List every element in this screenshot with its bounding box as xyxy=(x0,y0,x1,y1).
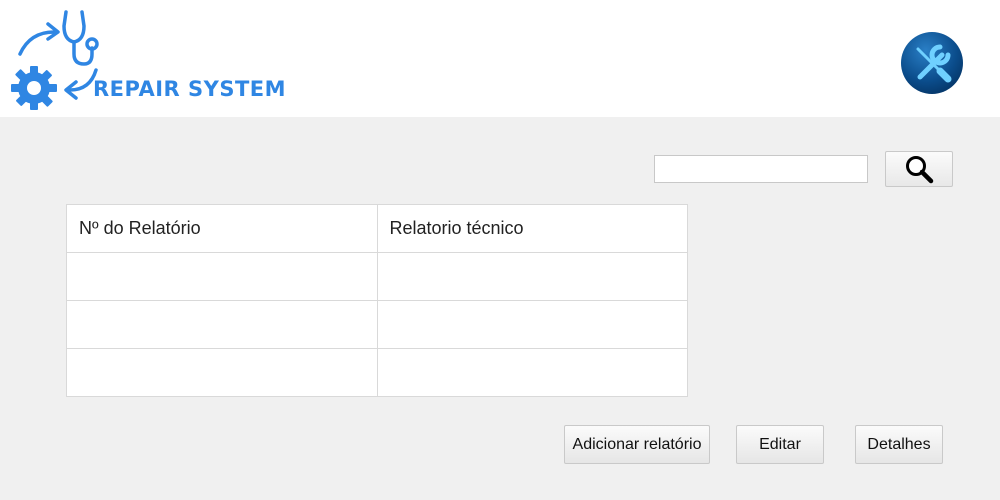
search-button[interactable] xyxy=(885,151,953,187)
magnifier-icon xyxy=(906,156,934,184)
reports-table: Nº do Relatório Relatorio técnico xyxy=(66,204,688,397)
table-row[interactable] xyxy=(66,300,688,349)
logo-text: REPAIR SYSTEM xyxy=(93,77,287,101)
app-header: REPAIR SYSTEM xyxy=(0,0,1000,117)
table-cell[interactable] xyxy=(376,252,688,301)
table-cell[interactable] xyxy=(66,252,378,301)
table-cell[interactable] xyxy=(376,348,688,397)
column-header-technical-report[interactable]: Relatorio técnico xyxy=(376,204,688,253)
table-row[interactable] xyxy=(66,348,688,397)
table-row[interactable] xyxy=(66,252,688,301)
table-cell[interactable] xyxy=(376,300,688,349)
wrench-screwdriver-icon[interactable] xyxy=(900,31,964,95)
column-header-report-number[interactable]: Nº do Relatório xyxy=(66,204,378,253)
details-button[interactable]: Detalhes xyxy=(855,425,943,464)
table-cell[interactable] xyxy=(66,300,378,349)
edit-button[interactable]: Editar xyxy=(736,425,824,464)
search-input[interactable] xyxy=(654,155,868,183)
add-report-button[interactable]: Adicionar relatório xyxy=(564,425,710,464)
table-header-row: Nº do Relatório Relatorio técnico xyxy=(66,204,688,253)
table-cell[interactable] xyxy=(66,348,378,397)
